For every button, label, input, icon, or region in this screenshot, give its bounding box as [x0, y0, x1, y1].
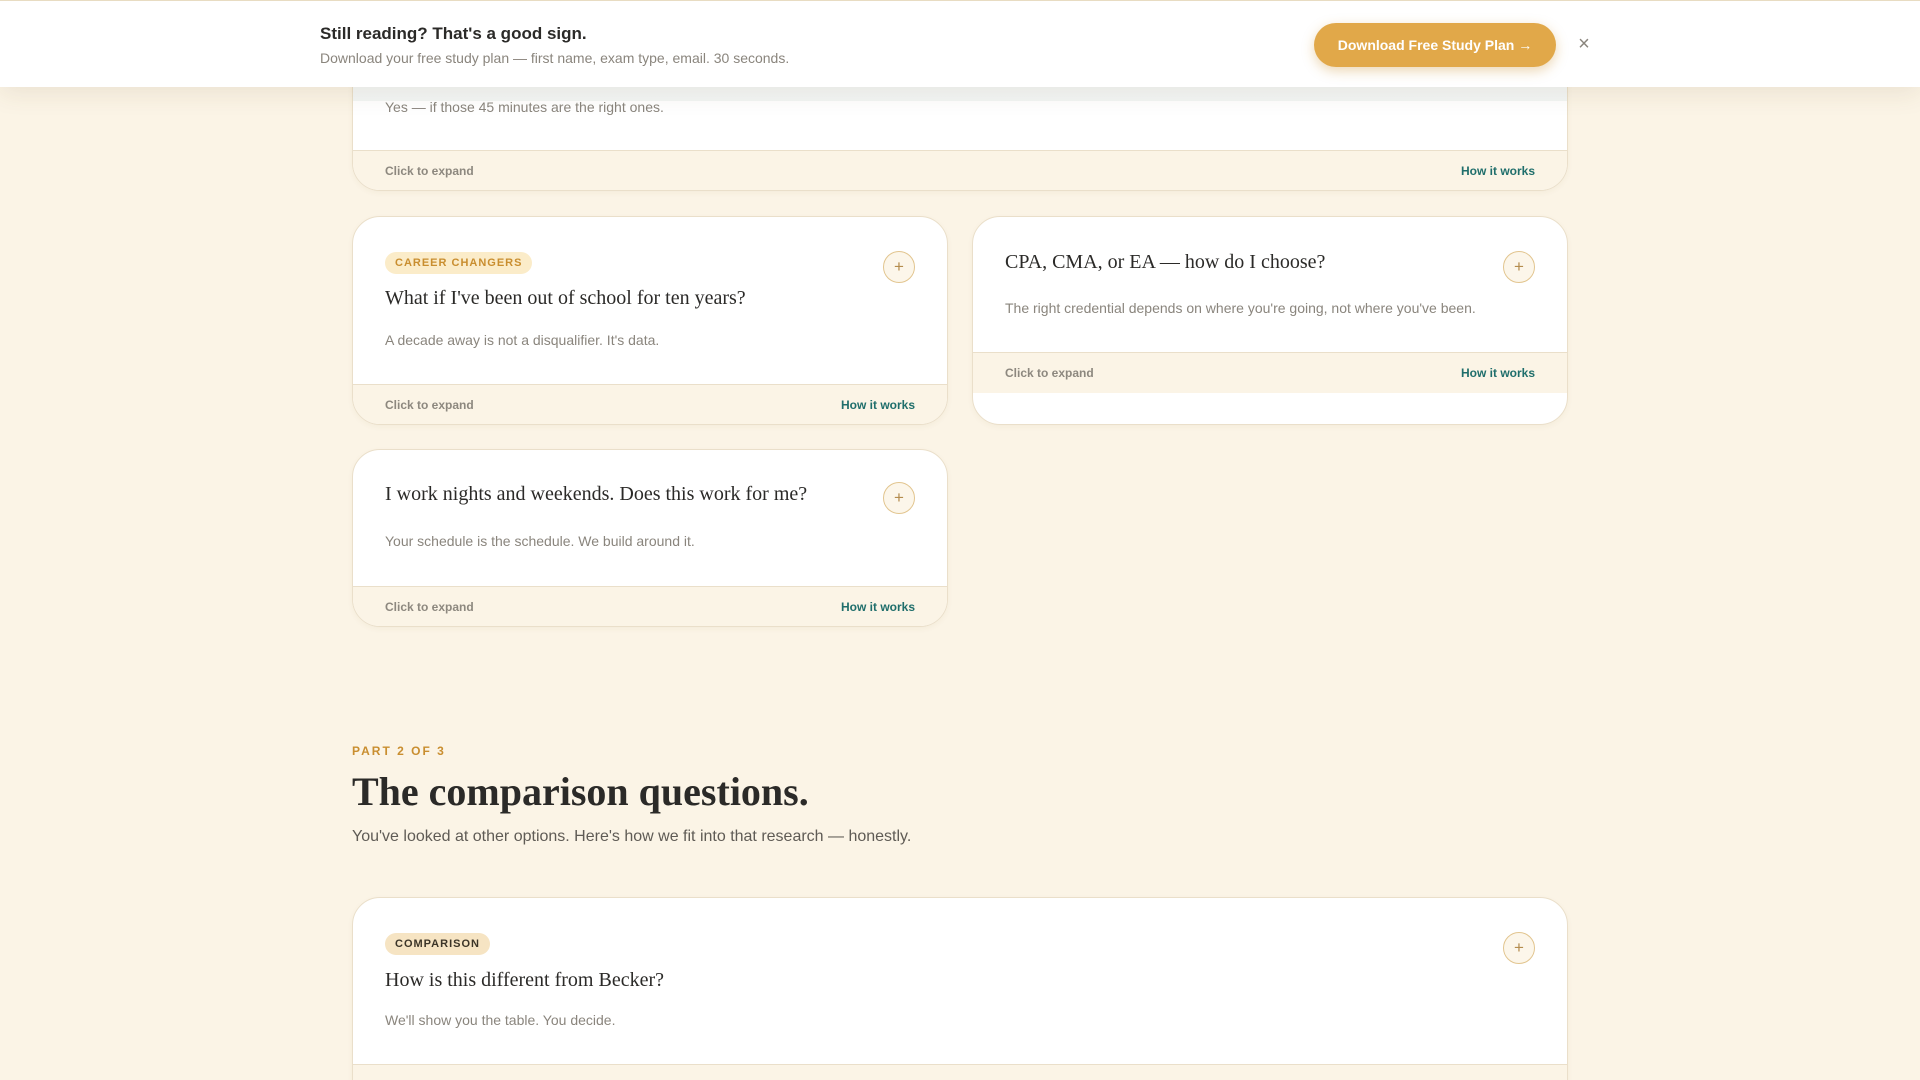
section-part-label: PART 2 OF 3	[352, 744, 446, 758]
expand-plus-icon[interactable]: +	[1503, 932, 1535, 964]
card-question: What if I've been out of school for ten …	[385, 287, 746, 309]
faq-card-career-changers[interactable]: CAREER CHANGERS + What if I've been out …	[352, 216, 948, 425]
card-answer: Yes — if those 45 minutes are the right …	[385, 99, 664, 115]
study-plan-banner: Still reading? That's a good sign. Downl…	[0, 0, 1920, 87]
banner-subtitle: Download your free study plan — first na…	[320, 50, 790, 66]
section-subtitle: You've looked at other options. Here's h…	[352, 828, 912, 845]
click-to-expand-label[interactable]: Click to expand	[385, 398, 474, 412]
card-answer: Your schedule is the schedule. We build …	[385, 533, 695, 549]
faq-card-becker-comparison[interactable]: COMPARISON + How is this different from …	[352, 897, 1568, 1080]
click-to-expand-label[interactable]: Click to expand	[1005, 366, 1094, 380]
card-footer: Click to expand How it works	[353, 384, 947, 424]
card-footer: Click to expand How it works	[973, 352, 1567, 393]
banner-title: Still reading? That's a good sign.	[320, 24, 587, 43]
card-answer: We'll show you the table. You decide.	[385, 1012, 616, 1028]
card-question: I work nights and weekends. Does this wo…	[385, 483, 808, 505]
faq-card-nights-weekends[interactable]: + I work nights and weekends. Does this …	[352, 449, 948, 627]
expand-plus-icon[interactable]: +	[1503, 251, 1535, 283]
how-it-works-link[interactable]: How it works	[841, 398, 915, 412]
section-title: The comparison questions.	[352, 769, 809, 814]
card-question: CPA, CMA, or EA — how do I choose?	[1005, 251, 1326, 273]
expand-plus-icon[interactable]: +	[883, 251, 915, 283]
click-to-expand-label[interactable]: Click to expand	[385, 164, 474, 178]
download-study-plan-button[interactable]: Download Free Study Plan →	[1314, 23, 1556, 67]
card-footer: Click to expand How it works	[353, 586, 947, 626]
card-footer	[353, 1064, 1567, 1080]
card-answer: The right credential depends on where yo…	[1005, 300, 1476, 316]
card-footer: Click to expand How it works	[353, 150, 1567, 190]
card-question: How is this different from Becker?	[385, 969, 664, 991]
close-icon[interactable]: ×	[1572, 32, 1596, 56]
category-badge: COMPARISON	[385, 933, 490, 955]
category-badge: CAREER CHANGERS	[385, 252, 533, 274]
expand-plus-icon[interactable]: +	[883, 482, 915, 514]
click-to-expand-label[interactable]: Click to expand	[385, 600, 474, 614]
faq-card-credential[interactable]: + CPA, CMA, or EA — how do I choose? The…	[972, 216, 1568, 425]
how-it-works-link[interactable]: How it works	[841, 600, 915, 614]
how-it-works-link[interactable]: How it works	[1461, 366, 1535, 380]
how-it-works-link[interactable]: How it works	[1461, 164, 1535, 178]
card-answer: A decade away is not a disqualifier. It'…	[385, 332, 660, 348]
